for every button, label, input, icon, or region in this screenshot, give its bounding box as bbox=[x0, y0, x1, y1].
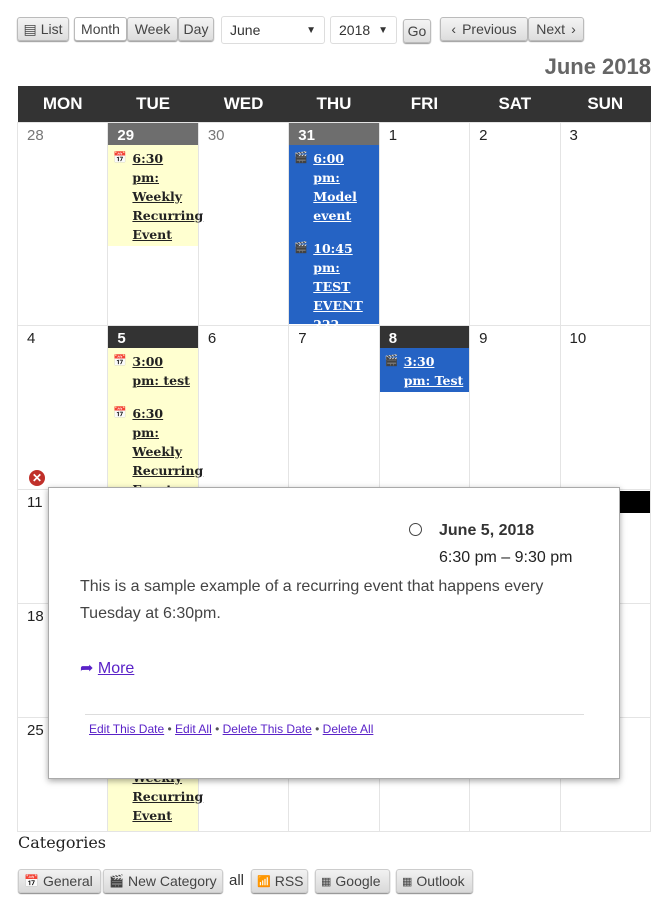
event-popup: June 5, 2018 6:30 pm – 9:30 pm This is a… bbox=[48, 487, 620, 779]
close-icon[interactable]: ✕ bbox=[29, 470, 45, 486]
day-number: 6 bbox=[207, 330, 217, 347]
categories-heading: Categories bbox=[18, 833, 106, 852]
event-link[interactable]: 6:30 pm: Weekly Recurring Event bbox=[132, 151, 203, 242]
category-icon: 🎬 bbox=[294, 241, 308, 254]
day-number: 9 bbox=[479, 330, 488, 347]
day-view-button[interactable]: Day bbox=[178, 17, 214, 41]
delete-all-link[interactable]: Delete All bbox=[323, 722, 374, 736]
day-number: 2 bbox=[479, 127, 488, 144]
day-cell: 4 ✕ bbox=[16, 325, 109, 490]
day-number: 7 bbox=[298, 330, 307, 347]
calendar-icon: 📅 bbox=[24, 874, 39, 888]
day-cell: 10 bbox=[559, 325, 652, 490]
weekday: THU bbox=[288, 86, 380, 123]
page-title: June 2018 bbox=[544, 54, 651, 79]
calendar-icon: 📅 bbox=[113, 151, 128, 164]
calendar-icon: ▦ bbox=[402, 875, 413, 888]
weekday-header: MON TUE WED THU FRI SAT SUN bbox=[17, 86, 651, 123]
day-cell: 2 bbox=[469, 122, 561, 326]
event-link[interactable]: 10:45 pm: TEST EVENT 222 bbox=[313, 241, 362, 332]
category-icon: 🎬 bbox=[384, 354, 399, 367]
go-button[interactable]: Go bbox=[403, 19, 431, 43]
day-cell: 5 📅 3:00 pm: test 📅 6:30 pm: Weekly Recurr… bbox=[107, 325, 203, 497]
event-link[interactable]: 3:00 pm: test bbox=[132, 354, 189, 388]
day-number: 28 bbox=[27, 127, 44, 144]
next-button[interactable]: Next › bbox=[528, 17, 584, 41]
event-item[interactable]: 📅 6:30 pm: Weekly Recurring Event bbox=[108, 145, 203, 246]
list-view-button[interactable]: ▤ List bbox=[17, 17, 69, 41]
day-cell: 28 bbox=[16, 122, 109, 326]
event-description: This is a sample example of a recurring … bbox=[80, 578, 544, 622]
dropdown-arrow-icon: ▼ bbox=[306, 24, 316, 36]
event-item[interactable]: 📅 6:30 pm: Weekly Recurring Event bbox=[108, 400, 203, 501]
category-general-button[interactable]: 📅 General bbox=[18, 869, 101, 893]
day-cell: 3 bbox=[559, 122, 652, 326]
edit-this-date-link[interactable]: Edit This Date bbox=[89, 722, 164, 736]
day-number: 30 bbox=[207, 127, 225, 144]
month-select[interactable]: June ▼ bbox=[221, 16, 325, 44]
previous-button[interactable]: ‹ Previous bbox=[440, 17, 528, 41]
share-icon: ➦ bbox=[80, 660, 94, 677]
category-new-button[interactable]: 🎬 New Category bbox=[103, 869, 223, 893]
more-link[interactable]: ➦ More bbox=[80, 658, 134, 678]
weekday: FRI bbox=[379, 86, 470, 123]
day-number: 31 bbox=[289, 123, 379, 145]
more-link-text[interactable]: More bbox=[98, 660, 134, 677]
rss-icon: 📶 bbox=[257, 875, 271, 888]
separator: • bbox=[215, 722, 220, 736]
day-number: 5 bbox=[108, 326, 198, 348]
event-link[interactable]: 3:30 pm: Test bbox=[404, 354, 464, 388]
weekday: WED bbox=[198, 86, 289, 123]
separator: • bbox=[315, 722, 320, 736]
day-cell: 1 bbox=[378, 122, 471, 326]
google-button[interactable]: ▦ Google bbox=[315, 869, 390, 893]
day-number: 8 bbox=[379, 326, 470, 348]
event-time: 6:30 pm – 9:30 pm bbox=[439, 549, 573, 566]
day-number: 29 bbox=[108, 123, 198, 145]
rss-button[interactable]: 📶 RSS bbox=[251, 869, 308, 893]
day-cell: 9 bbox=[469, 325, 561, 490]
weekday: SAT bbox=[469, 86, 561, 123]
calendar-icon: 📅 bbox=[113, 354, 128, 367]
day-number: 10 bbox=[569, 330, 587, 347]
clock-icon bbox=[409, 523, 422, 536]
category-icon: 🎬 bbox=[294, 151, 308, 164]
month-view-button[interactable]: Month bbox=[74, 17, 127, 41]
day-cell: 31 🎬 6:00 pm: Model event 🎬 10:45 pm: TEST… bbox=[288, 122, 380, 332]
delete-this-date-link[interactable]: Delete This Date bbox=[223, 722, 312, 736]
day-cell: 29 📅 6:30 pm: Weekly Recurring Event bbox=[107, 122, 203, 326]
event-item[interactable]: 🎬 6:00 pm: Model event bbox=[289, 145, 378, 227]
day-cell: 8 🎬 3:30 pm: Test bbox=[378, 325, 471, 490]
day-cell: 7 bbox=[288, 325, 380, 490]
chevron-left-icon: ‹ bbox=[451, 21, 457, 37]
dropdown-arrow-icon: ▼ bbox=[378, 24, 388, 36]
calendar-icon: 📅 bbox=[113, 406, 128, 419]
event-link[interactable]: 6:00 pm: Model event bbox=[313, 151, 357, 223]
day-cell: 6 bbox=[197, 325, 290, 490]
event-date: June 5, 2018 bbox=[439, 522, 535, 539]
all-label[interactable]: all bbox=[229, 872, 244, 889]
event-item[interactable]: 📅 3:00 pm: test bbox=[108, 348, 197, 392]
separator: • bbox=[167, 722, 172, 736]
day-number: 3 bbox=[569, 127, 578, 144]
category-icon: 🎬 bbox=[109, 874, 124, 888]
weekday: MON bbox=[17, 86, 108, 123]
event-link[interactable]: 6:30 pm: Weekly Recurring Event bbox=[132, 406, 203, 497]
divider bbox=[85, 714, 584, 715]
day-cell: 30 bbox=[197, 122, 290, 326]
chevron-right-icon: › bbox=[571, 21, 576, 37]
week-view-button[interactable]: Week bbox=[127, 17, 178, 41]
weekday: TUE bbox=[107, 86, 199, 123]
edit-all-link[interactable]: Edit All bbox=[175, 722, 212, 736]
year-select[interactable]: 2018 ▼ bbox=[330, 16, 397, 44]
event-item[interactable]: 🎬 3:30 pm: Test bbox=[380, 348, 469, 392]
day-number: 1 bbox=[388, 127, 398, 144]
calendar-icon: ▦ bbox=[321, 875, 332, 888]
day-number: 4 bbox=[27, 330, 36, 347]
event-item[interactable]: 🎬 10:45 pm: TEST EVENT 222 bbox=[289, 235, 378, 336]
weekday: SUN bbox=[560, 86, 651, 123]
list-icon: ▤ bbox=[23, 20, 37, 37]
outlook-button[interactable]: ▦ Outlook bbox=[396, 869, 473, 893]
